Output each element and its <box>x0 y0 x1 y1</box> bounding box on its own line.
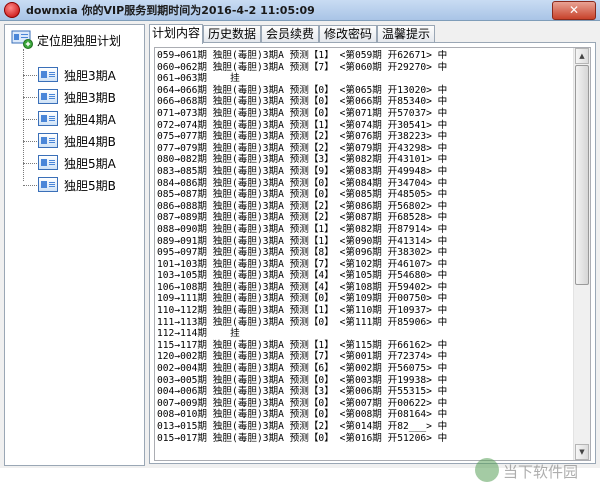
plan-line: 109→111期 独胆(毒胆)3期A 预测【0】 <第109期 开00750> … <box>157 293 448 305</box>
plan-folder-icon <box>11 30 33 49</box>
tab-change-password[interactable]: 修改密码 <box>319 25 377 43</box>
plan-line: 111→113期 独胆(毒胆)3期A 预测【0】 <第111期 开85906> … <box>157 316 448 328</box>
plan-line: 088→090期 独胆(毒胆)3期A 预测【1】 <第082期 开87914> … <box>157 223 448 235</box>
plan-tree[interactable]: 定位胆独胆计划 独胆3期A 独胆3期B 独胆4期A 独胆4期B 独胆5期A 独胆… <box>4 24 145 466</box>
plan-line: 086→088期 独胆(毒胆)3期A 预测【2】 <第086期 开56802> … <box>157 200 448 212</box>
tree-item-label: 独胆4期B <box>64 135 116 149</box>
plan-line: 080→082期 独胆(毒胆)3期A 预测【3】 <第082期 开43101> … <box>157 154 448 166</box>
tab-tips[interactable]: 温馨提示 <box>377 25 435 43</box>
title-bar: downxia 你的VIP服务到期时间为2016-4-2 11:05:09 ✕ <box>0 0 600 21</box>
tree-connector <box>23 185 37 186</box>
plan-line: 059→061期 独胆(毒胆)3期A 预测【1】 <第059期 开62671> … <box>157 50 448 61</box>
plan-line: 004→006期 独胆(毒胆)3期A 预测【3】 <第006期 开55315> … <box>157 386 448 398</box>
watermark-logo-icon <box>475 458 499 482</box>
tree-item-label: 独胆3期A <box>64 69 116 83</box>
plan-line: 060→062期 独胆(毒胆)3期A 预测【7】 <第060期 开29270> … <box>157 61 448 73</box>
plan-item-icon <box>38 111 58 126</box>
tree-connector <box>23 119 37 120</box>
plan-lines: 059→061期 独胆(毒胆)3期A 预测【1】 <第059期 开62671> … <box>157 50 575 458</box>
scroll-down-button[interactable]: ▼ <box>575 444 589 460</box>
plan-line: 064→066期 独胆(毒胆)3期A 预测【0】 <第065期 开13020> … <box>157 84 448 96</box>
tree-connector <box>23 75 37 76</box>
plan-line: 087→089期 独胆(毒胆)3期A 预测【2】 <第087期 开68528> … <box>157 212 448 224</box>
plan-line: 120→002期 独胆(毒胆)3期A 预测【7】 <第001期 开72374> … <box>157 351 448 363</box>
tab-panel: 059→061期 独胆(毒胆)3期A 预测【1】 <第059期 开62671> … <box>149 42 596 464</box>
vertical-scrollbar[interactable]: ▲ ▼ <box>573 48 590 460</box>
plan-line: 112→114期 挂 <box>157 328 240 340</box>
tree-root-label: 定位胆独胆计划 <box>37 34 122 48</box>
plan-line: 066→068期 独胆(毒胆)3期A 预测【0】 <第066期 开85340> … <box>157 96 448 108</box>
scroll-up-button[interactable]: ▲ <box>575 48 589 64</box>
plan-content-textbox[interactable]: 059→061期 独胆(毒胆)3期A 预测【1】 <第059期 开62671> … <box>154 47 591 461</box>
tree-item-label: 独胆5期B <box>64 179 116 193</box>
plan-line: 095→097期 独胆(毒胆)3期A 预测【8】 <第096期 开38302> … <box>157 247 448 259</box>
tree-connector-line <box>23 49 24 181</box>
app-icon <box>4 2 20 18</box>
plan-line: 071→073期 独胆(毒胆)3期A 预测【0】 <第071期 开57037> … <box>157 107 448 119</box>
close-button[interactable]: ✕ <box>552 1 596 20</box>
plan-line: 084→086期 独胆(毒胆)3期A 预测【0】 <第084期 开34704> … <box>157 177 448 189</box>
plan-line: 075→077期 独胆(毒胆)3期A 预测【2】 <第076期 开38223> … <box>157 131 448 143</box>
plan-line: 106→108期 独胆(毒胆)3期A 预测【4】 <第108期 开59402> … <box>157 281 448 293</box>
window-title: downxia 你的VIP服务到期时间为2016-4-2 11:05:09 <box>26 4 315 17</box>
main-client-area: 定位胆独胆计划 独胆3期A 独胆3期B 独胆4期A 独胆4期B 独胆5期A 独胆… <box>0 21 600 482</box>
plan-line: 072→074期 独胆(毒胆)3期A 预测【1】 <第074期 开30541> … <box>157 119 448 131</box>
plan-line: 083→085期 独胆(毒胆)3期A 预测【9】 <第083期 开49948> … <box>157 165 448 177</box>
plan-line: 103→105期 独胆(毒胆)3期A 预测【4】 <第105期 开54680> … <box>157 270 448 282</box>
tree-item-label: 独胆5期A <box>64 157 116 171</box>
plan-line: 013→015期 独胆(毒胆)3期A 预测【2】 <第014期 开82___> … <box>157 421 448 432</box>
plan-line: 110→112期 独胆(毒胆)3期A 预测【1】 <第110期 开10937> … <box>157 305 448 317</box>
tab-membership-renewal[interactable]: 会员续费 <box>261 25 319 43</box>
plan-item-icon <box>38 155 58 170</box>
plan-line: 115→117期 独胆(毒胆)3期A 预测【1】 <第115期 开66162> … <box>157 339 448 351</box>
plan-line: 007→009期 独胆(毒胆)3期A 预测【0】 <第007期 开00622> … <box>157 397 448 409</box>
plan-line: 061→063期 挂 <box>157 73 240 85</box>
plan-line: 003→005期 独胆(毒胆)3期A 预测【0】 <第003期 开19938> … <box>157 374 448 386</box>
plan-line: 015→017期 独胆(毒胆)3期A 预测【0】 <第016期 开51206> … <box>157 432 448 444</box>
watermark-text: 当下软件园 <box>503 463 579 481</box>
tab-plan-content[interactable]: 计划内容 <box>149 24 203 44</box>
plan-line: 077→079期 独胆(毒胆)3期A 预测【2】 <第079期 开43298> … <box>157 142 448 154</box>
tree-item-label: 独胆4期A <box>64 113 116 127</box>
plan-item-icon <box>38 67 58 82</box>
tree-item-label: 独胆3期B <box>64 91 116 105</box>
plan-line: 085→087期 独胆(毒胆)3期A 预测【0】 <第085期 开48505> … <box>157 189 448 201</box>
tree-connector <box>23 163 37 164</box>
plan-line: 008→010期 独胆(毒胆)3期A 预测【0】 <第008期 开08164> … <box>157 409 448 421</box>
plan-item-icon <box>38 177 58 192</box>
tab-history-data[interactable]: 历史数据 <box>203 25 261 43</box>
plan-item-icon <box>38 89 58 104</box>
tree-connector <box>23 141 37 142</box>
plan-line: 002→004期 独胆(毒胆)3期A 预测【6】 <第002期 开56075> … <box>157 363 448 375</box>
scroll-thumb[interactable] <box>575 65 589 285</box>
plan-item-icon <box>38 133 58 148</box>
plan-line: 101→103期 独胆(毒胆)3期A 预测【7】 <第102期 开46107> … <box>157 258 448 270</box>
plan-line: 089→091期 独胆(毒胆)3期A 预测【1】 <第090期 开41314> … <box>157 235 448 247</box>
tree-connector <box>23 97 37 98</box>
